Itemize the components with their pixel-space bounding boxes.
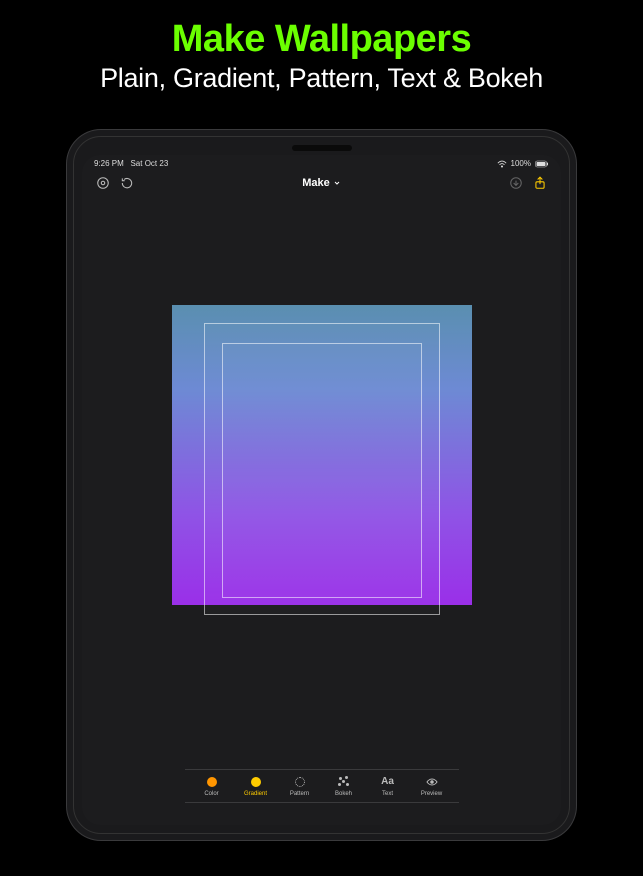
- tab-preview[interactable]: Preview: [419, 776, 445, 797]
- tab-pattern[interactable]: Pattern: [287, 776, 313, 797]
- chevron-down-icon: [333, 179, 341, 187]
- undo-icon[interactable]: [120, 176, 134, 190]
- screen-title-button[interactable]: Make: [302, 177, 341, 189]
- promo-subtitle: Plain, Gradient, Pattern, Text & Bokeh: [0, 63, 643, 94]
- tab-label: Pattern: [290, 791, 309, 797]
- crop-guide-inner: [222, 343, 422, 598]
- tab-label: Preview: [421, 791, 442, 797]
- app-screen: 9:26 PM Sat Oct 23 100%: [82, 155, 561, 825]
- status-battery-percent: 100%: [511, 159, 531, 168]
- share-icon[interactable]: [533, 176, 547, 190]
- wallpaper-canvas[interactable]: [82, 305, 561, 605]
- ipad-frame: 9:26 PM Sat Oct 23 100%: [73, 136, 570, 834]
- tab-color[interactable]: Color: [199, 776, 225, 797]
- tab-text[interactable]: Aa Text: [375, 776, 401, 797]
- status-time: 9:26 PM: [94, 159, 124, 168]
- circle-icon: [250, 776, 262, 788]
- app-toolbar: Make: [82, 168, 561, 194]
- tab-label: Bokeh: [335, 791, 352, 797]
- tab-label: Gradient: [244, 791, 267, 797]
- tab-label: Color: [204, 791, 218, 797]
- status-bar: 9:26 PM Sat Oct 23 100%: [82, 155, 561, 168]
- circle-icon: [206, 776, 218, 788]
- save-icon[interactable]: [509, 176, 523, 190]
- status-right: 100%: [497, 159, 549, 168]
- promo-title: Make Wallpapers: [0, 18, 643, 61]
- text-aa-icon: Aa: [382, 776, 394, 788]
- bottom-toolbar: Color Gradient Pattern: [82, 769, 561, 803]
- tab-gradient[interactable]: Gradient: [243, 776, 269, 797]
- pattern-icon: [294, 776, 306, 788]
- battery-icon: [535, 160, 549, 168]
- wifi-icon: [497, 160, 507, 168]
- screen-title: Make: [302, 177, 330, 189]
- bokeh-icon: [338, 776, 350, 788]
- status-date: Sat Oct 23: [130, 159, 168, 168]
- tab-bokeh[interactable]: Bokeh: [331, 776, 357, 797]
- eye-icon: [426, 776, 438, 788]
- tab-label: Text: [382, 791, 393, 797]
- status-left: 9:26 PM Sat Oct 23: [94, 159, 168, 168]
- settings-icon[interactable]: [96, 176, 110, 190]
- gradient-preview: [172, 305, 472, 605]
